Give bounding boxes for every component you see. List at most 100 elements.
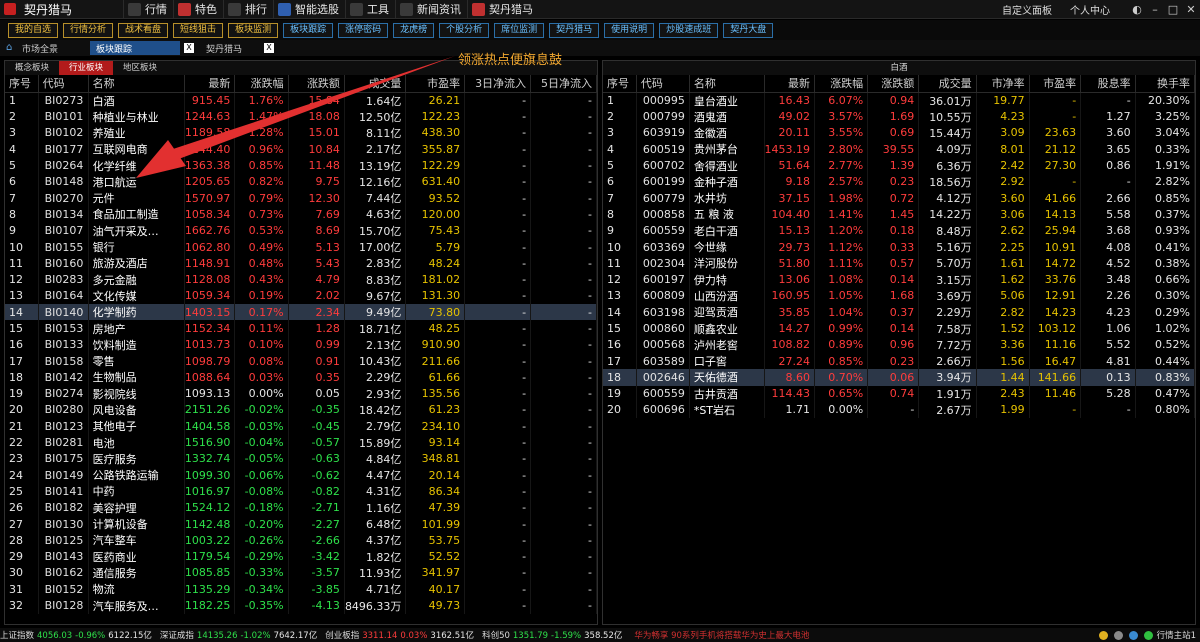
- column-header[interactable]: 成交量: [344, 75, 407, 93]
- message-icon[interactable]: [1128, 630, 1138, 640]
- stock-row[interactable]: 16 000568 泸州老窖 108.82 0.89% 0.96 7.72万 3.36 11.1…: [603, 336, 1195, 353]
- column-header[interactable]: 涨跌额: [867, 75, 920, 93]
- stock-row[interactable]: 3 603919 金徽酒 20.11 3.55% 0.69 15.44万 3.09 23.63 3…: [603, 124, 1195, 142]
- toolbar-button-13[interactable]: 契丹大盘: [723, 22, 774, 38]
- sector-row[interactable]: 19 BI0274 影视院线 1093.13 0.00% 0.05 2.93亿 135.56-…: [5, 385, 597, 402]
- stock-row[interactable]: 9 600559 老白干酒 15.13 1.20% 0.18 8.48万 2.62 25.94 3…: [603, 222, 1195, 239]
- menu-item-6[interactable]: 契丹猎马: [467, 0, 539, 19]
- subtab-2[interactable]: 地区板块: [113, 61, 167, 75]
- index-quote-0[interactable]: 上证指数 4056.03 -0.96% 6122.15亿: [0, 629, 152, 641]
- sector-row[interactable]: 4 BI0177 互联网电商 1144.40 0.96% 10.84 2.17亿 355.87…: [5, 141, 597, 158]
- maximize-icon[interactable]: □: [1164, 3, 1182, 16]
- sector-row[interactable]: 20 BI0280 风电设备 2151.26 -0.02% -0.35 18.42亿 61.2…: [5, 401, 597, 419]
- sector-row[interactable]: 5 BI0264 化学纤维 1363.38 0.85% 11.48 13.19亿 122.29…: [5, 157, 597, 174]
- toolbar-button-3[interactable]: 短线狙击: [173, 22, 224, 38]
- toolbar-button-5[interactable]: 板块跟踪: [283, 22, 334, 38]
- sector-row[interactable]: 1 BI0273 白酒 915.45 1.76% 15.84 1.64亿 26.21- -: [5, 92, 597, 109]
- sector-row[interactable]: 6 BI0148 港口航运 1205.65 0.82% 9.75 12.16亿 631.40-…: [5, 173, 597, 190]
- column-header[interactable]: 换手率: [1135, 75, 1195, 93]
- column-header[interactable]: 代码: [636, 75, 690, 93]
- sector-row[interactable]: 27 BI0130 计算机设备 1142.48 -0.20% -2.27 6.48亿 101.…: [5, 515, 597, 533]
- close-icon[interactable]: ✕: [1182, 3, 1200, 16]
- sector-row[interactable]: 13 BI0164 文化传媒 1059.34 0.19% 2.02 9.67亿 131.30-…: [5, 287, 597, 305]
- index-quote-3[interactable]: 科创50 1351.79 -1.59% 358.52亿: [482, 629, 622, 641]
- toolbar-button-2[interactable]: 战术看盘: [118, 22, 169, 38]
- sector-row[interactable]: 3 BI0102 养殖业 1189.58 1.28% 15.01 8.11亿 438.30- -: [5, 124, 597, 142]
- stock-row[interactable]: 17 603589 口子窖 27.24 0.85% 0.23 2.66万 1.56 16.47 4…: [603, 352, 1195, 370]
- stock-row[interactable]: 11 002304 洋河股份 51.80 1.11% 0.57 5.70万 1.61 14.72…: [603, 255, 1195, 272]
- tab-market-overview[interactable]: ⌂ 市场全景: [0, 41, 90, 55]
- subtab-1[interactable]: 行业板块: [59, 61, 114, 75]
- sector-row[interactable]: 31 BI0152 物流 1135.29 -0.34% -3.85 4.71亿 40.17- -: [5, 581, 597, 598]
- skin-icon[interactable]: ◐: [1128, 3, 1146, 16]
- toolbar-button-8[interactable]: 个股分析: [439, 22, 490, 38]
- sector-row[interactable]: 26 BI0182 美容护理 1524.12 -0.18% -2.71 1.16亿 47.39…: [5, 499, 597, 516]
- menu-item-0[interactable]: 行情: [123, 0, 173, 19]
- column-header[interactable]: 市盈率: [405, 75, 466, 93]
- minimize-icon[interactable]: –: [1146, 3, 1164, 16]
- menu-item-4[interactable]: 工具: [345, 0, 395, 19]
- news-ticker[interactable]: 华为畅享 90系列手机将搭载华为史上最大电池: [634, 629, 809, 641]
- menu-item-2[interactable]: 排行: [223, 0, 273, 19]
- stock-row[interactable]: 15 000860 顺鑫农业 14.27 0.99% 0.14 7.58万 1.52 103.1…: [603, 320, 1195, 337]
- column-header[interactable]: 5日净流入: [530, 75, 597, 93]
- sector-row[interactable]: 10 BI0155 银行 1062.80 0.49% 5.13 17.00亿 5.79- -: [5, 238, 597, 256]
- index-quote-2[interactable]: 创业板指 3311.14 0.03% 3162.51亿: [325, 629, 474, 641]
- sector-row[interactable]: 17 BI0158 零售 1098.79 0.08% 0.91 10.43亿 211.66- -: [5, 352, 597, 370]
- stock-row[interactable]: 5 600702 舍得酒业 51.64 2.77% 1.39 6.36万 2.42 27.30 0…: [603, 157, 1195, 174]
- menu-item-5[interactable]: 新闻资讯: [395, 0, 467, 19]
- stock-row[interactable]: 20 600696 *ST岩石 1.71 0.00% -2.67万 1.99- -0.80%: [603, 401, 1195, 419]
- subtab-0[interactable]: 概念板块: [5, 61, 59, 75]
- sector-row[interactable]: 22 BI0281 电池 1516.90 -0.04% -0.57 15.89亿 93.14-…: [5, 434, 597, 451]
- column-header[interactable]: 最新: [184, 75, 236, 93]
- column-header[interactable]: 市盈率: [1029, 75, 1082, 93]
- sector-row[interactable]: 14 BI0140 化学制药 1403.15 0.17% 2.34 9.49亿 73.80- -: [5, 304, 597, 321]
- toolbar-button-6[interactable]: 涨停密码: [338, 22, 389, 38]
- toolbar-button-4[interactable]: 板块监测: [228, 22, 279, 38]
- stock-row[interactable]: 18 002646 天佑德酒 8.60 0.70% 0.06 3.94万 1.44 141.66…: [603, 369, 1195, 386]
- sector-row[interactable]: 7 BI0270 元件 1570.97 0.79% 12.30 7.44亿 93.52- -: [5, 189, 597, 207]
- column-header[interactable]: 代码: [38, 75, 89, 93]
- sector-row[interactable]: 23 BI0175 医疗服务 1332.74 -0.05% -0.63 4.84亿 348.8…: [5, 450, 597, 468]
- toolbar-button-1[interactable]: 行情分析: [63, 22, 114, 38]
- stock-row[interactable]: 13 600809 山西汾酒 160.95 1.05% 1.68 3.69万 5.06 12.9…: [603, 287, 1195, 305]
- sector-row[interactable]: 11 BI0160 旅游及酒店 1148.91 0.48% 5.43 2.83亿 48.24-…: [5, 255, 597, 272]
- sector-row[interactable]: 2 BI0101 种植业与林业 1244.63 1.47% 18.08 12.50亿 122.…: [5, 108, 597, 125]
- toolbar-button-11[interactable]: 使用说明: [604, 22, 655, 38]
- column-header[interactable]: 涨跌幅: [234, 75, 289, 93]
- stock-row[interactable]: 6 600199 金种子酒 9.18 2.57% 0.23 18.56万 2.92- -2.82…: [603, 173, 1195, 190]
- close-tab-icon[interactable]: X: [264, 43, 274, 53]
- stock-row[interactable]: 2 000799 酒鬼酒 49.02 3.57% 1.69 10.55万 4.23-1.27 3…: [603, 108, 1195, 125]
- sector-row[interactable]: 15 BI0153 房地产 1152.34 0.11% 1.28 18.71亿 48.25- -: [5, 320, 597, 337]
- menu-item-3[interactable]: 智能选股: [273, 0, 345, 19]
- column-header[interactable]: 市净率: [976, 75, 1030, 93]
- column-header[interactable]: 最新: [764, 75, 815, 93]
- column-header[interactable]: 名称: [689, 75, 765, 93]
- tab-qidan-liema[interactable]: 契丹猎马: [200, 41, 260, 55]
- stock-row[interactable]: 14 603198 迎驾贡酒 35.85 1.04% 0.37 2.29万 2.82 14.23…: [603, 304, 1195, 321]
- sector-row[interactable]: 21 BI0123 其他电子 1404.58 -0.03% -0.45 2.79亿 234.1…: [5, 418, 597, 435]
- sector-row[interactable]: 18 BI0142 生物制品 1088.64 0.03% 0.35 2.29亿 61.66- -: [5, 369, 597, 386]
- index-quote-1[interactable]: 深证成指 14135.26 -1.02% 7642.17亿: [160, 629, 317, 641]
- column-header[interactable]: 股息率: [1080, 75, 1136, 93]
- column-header[interactable]: 序号: [603, 75, 637, 93]
- settings-icon[interactable]: [1113, 630, 1123, 640]
- column-header[interactable]: 涨跌幅: [814, 75, 869, 93]
- sector-row[interactable]: 8 BI0134 食品加工制造 1058.34 0.73% 7.69 4.63亿 120.00…: [5, 206, 597, 223]
- stock-row[interactable]: 12 600197 伊力特 13.06 1.08% 0.14 3.15万 1.62 33.76 3…: [603, 271, 1195, 288]
- stock-row[interactable]: 8 000858 五 粮 液 104.40 1.41% 1.45 14.22万 3.06 14.…: [603, 206, 1195, 223]
- stock-row[interactable]: 1 000995 皇台酒业 16.43 6.07% 0.94 36.01万 19.77- -20…: [603, 92, 1195, 109]
- toolbar-button-12[interactable]: 炒股速成班: [659, 22, 719, 38]
- toolbar-button-10[interactable]: 契丹猎马: [549, 22, 600, 38]
- column-header[interactable]: 名称: [88, 75, 185, 93]
- stock-row[interactable]: 4 600519 贵州茅台 1453.19 2.80% 39.55 4.09万 8.01 21.…: [603, 141, 1195, 158]
- menu-item-1[interactable]: 特色: [173, 0, 223, 19]
- sector-row[interactable]: 16 BI0133 饮料制造 1013.73 0.10% 0.99 2.13亿 910.90-…: [5, 336, 597, 353]
- tab-sector-tracking[interactable]: 板块跟踪: [90, 41, 180, 55]
- sector-row[interactable]: 9 BI0107 油气开采及… 1662.76 0.53% 8.69 15.70亿 75.43…: [5, 222, 597, 239]
- sector-row[interactable]: 12 BI0283 多元金融 1128.08 0.43% 4.79 8.83亿 181.02-…: [5, 271, 597, 288]
- close-tab-icon[interactable]: X: [184, 43, 194, 53]
- sector-row[interactable]: 24 BI0149 公路铁路运输 1099.30 -0.06% -0.62 4.47亿 20.…: [5, 467, 597, 484]
- sector-row[interactable]: 28 BI0125 汽车整车 1003.22 -0.26% -2.66 4.37亿 53.75…: [5, 532, 597, 549]
- sector-row[interactable]: 30 BI0162 通信服务 1085.85 -0.33% -3.57 11.93亿 341.…: [5, 564, 597, 582]
